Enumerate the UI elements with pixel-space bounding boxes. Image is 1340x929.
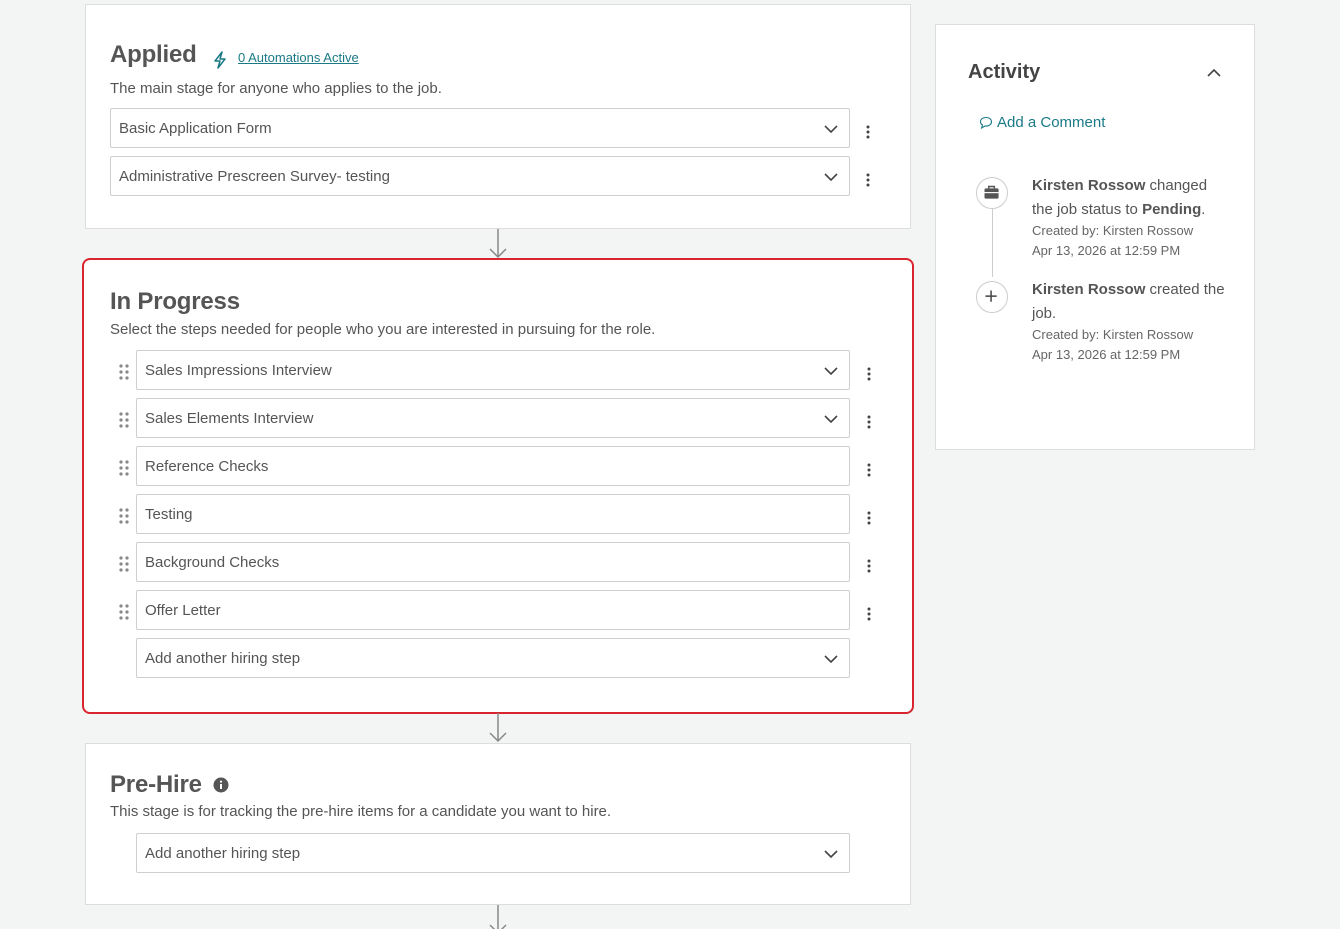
step-label: Administrative Prescreen Survey- testing xyxy=(119,168,390,185)
activity-status-value: Pending xyxy=(1142,201,1202,218)
lightning-icon xyxy=(214,51,226,69)
stage-card-pre-hire: Pre-Hire This stage is for tracking the … xyxy=(85,743,911,905)
activity-timestamp: Apr 13, 2026 at 12:59 PM xyxy=(1032,243,1181,258)
activity-actor: Kirsten Rossow xyxy=(1032,177,1146,194)
kebab-menu-icon[interactable] xyxy=(864,414,874,430)
step-field[interactable]: Background Checks xyxy=(136,542,850,582)
step-label: Reference Checks xyxy=(145,458,269,475)
chevron-down-icon xyxy=(824,173,838,182)
chevron-down-icon xyxy=(824,125,838,134)
drag-handle-icon[interactable] xyxy=(118,411,130,429)
plus-icon xyxy=(985,290,997,302)
activity-created-by: Created by: Kirsten Rossow xyxy=(1032,327,1194,342)
info-icon[interactable] xyxy=(213,777,229,793)
step-select[interactable]: Sales Elements Interview xyxy=(136,398,850,438)
stage-connector-arrow-icon xyxy=(489,713,507,743)
timeline-event-icon xyxy=(976,177,1008,209)
drag-handle-icon[interactable] xyxy=(118,507,130,525)
chevron-up-icon[interactable] xyxy=(1206,65,1222,81)
drag-handle-icon[interactable] xyxy=(118,459,130,477)
step-label: Background Checks xyxy=(145,554,280,571)
add-hiring-step-select[interactable]: Add another hiring step xyxy=(136,638,850,678)
add-hiring-step-label: Add another hiring step xyxy=(145,845,301,862)
stage-description: This stage is for tracking the pre-hire … xyxy=(110,803,612,820)
step-select[interactable]: Administrative Prescreen Survey- testing xyxy=(110,156,850,196)
chevron-down-icon xyxy=(824,850,838,859)
timeline-event-icon xyxy=(976,281,1008,313)
add-comment-link[interactable]: Add a Comment xyxy=(997,114,1105,131)
activity-event-text: Kirsten Rossow changed the job status to… xyxy=(1032,174,1232,222)
activity-panel: Activity Add a Comment Kirsten Rossow ch… xyxy=(935,24,1255,450)
kebab-menu-icon[interactable] xyxy=(863,172,873,188)
timeline-line xyxy=(992,205,993,277)
chevron-down-icon xyxy=(824,367,838,376)
activity-timestamp: Apr 13, 2026 at 12:59 PM xyxy=(1032,347,1181,362)
stage-title: Applied xyxy=(110,41,197,68)
kebab-menu-icon[interactable] xyxy=(864,510,874,526)
kebab-menu-icon[interactable] xyxy=(864,606,874,622)
step-select[interactable]: Basic Application Form xyxy=(110,108,850,148)
chevron-down-icon xyxy=(824,415,838,424)
kebab-menu-icon[interactable] xyxy=(863,124,873,140)
stage-description: The main stage for anyone who applies to… xyxy=(110,80,442,97)
add-hiring-step-select[interactable]: Add another hiring step xyxy=(136,833,850,873)
stage-connector-arrow-icon xyxy=(489,905,507,929)
drag-handle-icon[interactable] xyxy=(118,363,130,381)
step-field[interactable]: Testing xyxy=(136,494,850,534)
activity-event-text: Kirsten Rossow created the job. xyxy=(1032,278,1232,326)
stage-connector-arrow-icon xyxy=(489,229,507,259)
add-hiring-step-label: Add another hiring step xyxy=(145,650,301,667)
step-select[interactable]: Sales Impressions Interview xyxy=(136,350,850,390)
kebab-menu-icon[interactable] xyxy=(864,558,874,574)
step-label: Sales Impressions Interview xyxy=(145,362,332,379)
stage-card-applied: Applied 0 Automations Active The main st… xyxy=(85,4,911,229)
briefcase-icon xyxy=(984,185,999,199)
comment-icon[interactable] xyxy=(979,116,993,130)
drag-handle-icon[interactable] xyxy=(118,603,130,621)
step-field[interactable]: Reference Checks xyxy=(136,446,850,486)
activity-suffix: . xyxy=(1201,201,1206,218)
activity-created-by: Created by: Kirsten Rossow xyxy=(1032,223,1194,238)
step-field[interactable]: Offer Letter xyxy=(136,590,850,630)
kebab-menu-icon[interactable] xyxy=(864,366,874,382)
step-label: Offer Letter xyxy=(145,602,221,619)
stage-description: Select the steps needed for people who y… xyxy=(110,321,656,338)
stage-title: In Progress xyxy=(110,288,240,315)
activity-actor: Kirsten Rossow xyxy=(1032,281,1146,298)
stage-title: Pre-Hire xyxy=(110,771,202,798)
stage-card-in-progress: In Progress Select the steps needed for … xyxy=(82,258,914,714)
chevron-down-icon xyxy=(824,655,838,664)
activity-title: Activity xyxy=(968,61,1041,83)
drag-handle-icon[interactable] xyxy=(118,555,130,573)
step-label: Sales Elements Interview xyxy=(145,410,314,427)
step-label: Testing xyxy=(145,506,193,523)
automations-link[interactable]: 0 Automations Active xyxy=(238,50,359,65)
kebab-menu-icon[interactable] xyxy=(864,462,874,478)
step-label: Basic Application Form xyxy=(119,120,272,137)
